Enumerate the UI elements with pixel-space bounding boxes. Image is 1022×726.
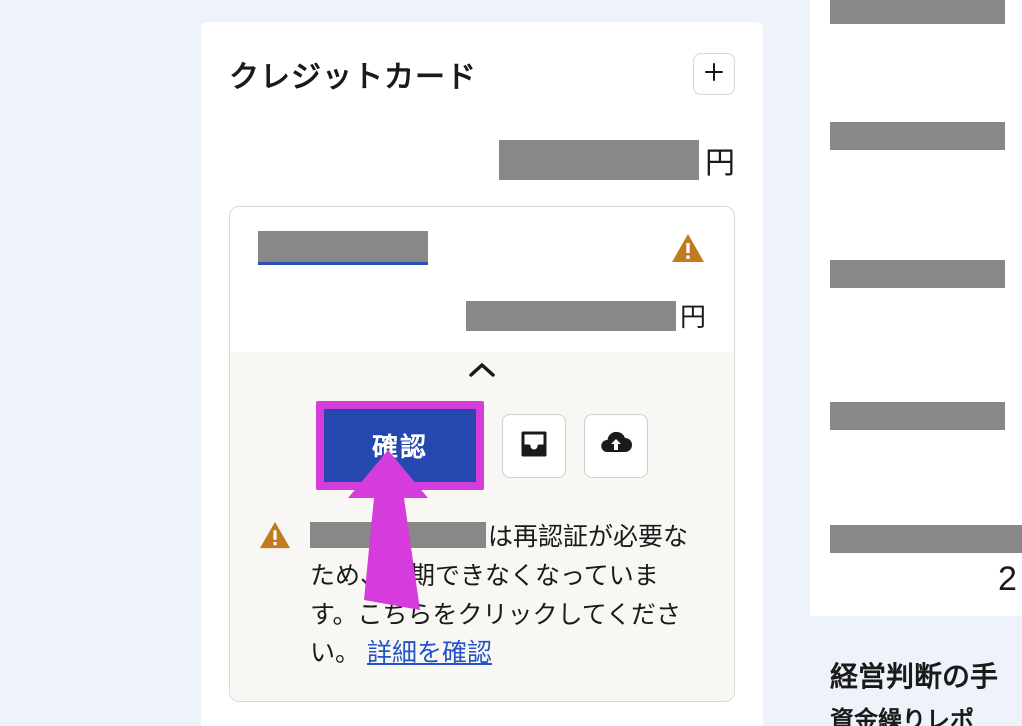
chevron-up-icon[interactable] xyxy=(468,362,496,383)
sidebar-redacted-1 xyxy=(830,0,1005,24)
card-item-amount-row: 円 xyxy=(258,297,706,334)
card-actions-row: 確認 xyxy=(258,401,706,490)
sidebar-redacted-2 xyxy=(830,122,1005,150)
reauth-warning-text: は再認証が必要なため、同期できなくなっています。こちらをクリックしてください。 … xyxy=(310,518,706,673)
sidebar-redacted-3 xyxy=(830,260,1005,288)
detail-link[interactable]: 詳細を確認 xyxy=(367,639,492,667)
inbox-button[interactable] xyxy=(502,414,566,478)
total-amount-row: 円 xyxy=(229,138,735,182)
right-sidebar-fragment: 2 経営判断の手 資金繰りレポ xyxy=(810,0,1022,726)
card-account-item: 円 確認 xyxy=(229,206,735,702)
confirm-highlight: 確認 xyxy=(316,401,484,490)
reauth-target-redacted xyxy=(310,522,486,548)
card-item-header: 円 xyxy=(230,207,734,352)
right-card: 2 xyxy=(810,0,1022,616)
sidebar-redacted-5 xyxy=(830,525,1022,553)
warning-triangle-icon xyxy=(258,520,292,550)
reauth-warning-row: は再認証が必要なため、同期できなくなっています。こちらをクリックしてください。 … xyxy=(258,518,706,673)
add-card-button[interactable] xyxy=(693,53,735,95)
card-currency-label: 円 xyxy=(680,297,706,334)
panel-title: クレジットカード xyxy=(229,52,477,96)
cloud-upload-icon xyxy=(599,431,633,460)
warning-triangle-icon xyxy=(670,232,706,264)
card-item-body: 確認 は再認証が必要なため、同期できなくなっ xyxy=(230,352,734,701)
card-amount-redacted xyxy=(466,301,676,331)
sidebar-section-title: 経営判断の手 xyxy=(830,655,1022,695)
total-amount-redacted xyxy=(499,140,699,180)
confirm-button[interactable]: 確認 xyxy=(324,409,476,482)
credit-card-panel: クレジットカード 円 円 xyxy=(201,22,763,726)
card-item-title-row xyxy=(258,231,706,265)
collapse-row xyxy=(258,362,706,383)
total-currency-label: 円 xyxy=(705,138,735,182)
panel-header: クレジットカード xyxy=(229,52,735,96)
inbox-icon xyxy=(519,429,549,462)
plus-icon xyxy=(705,60,723,88)
sidebar-number: 2 xyxy=(998,560,1017,599)
sidebar-redacted-4 xyxy=(830,402,1005,430)
card-name-redacted[interactable] xyxy=(258,231,428,265)
sidebar-subsection: 資金繰りレポ xyxy=(830,700,1022,726)
upload-button[interactable] xyxy=(584,414,648,478)
